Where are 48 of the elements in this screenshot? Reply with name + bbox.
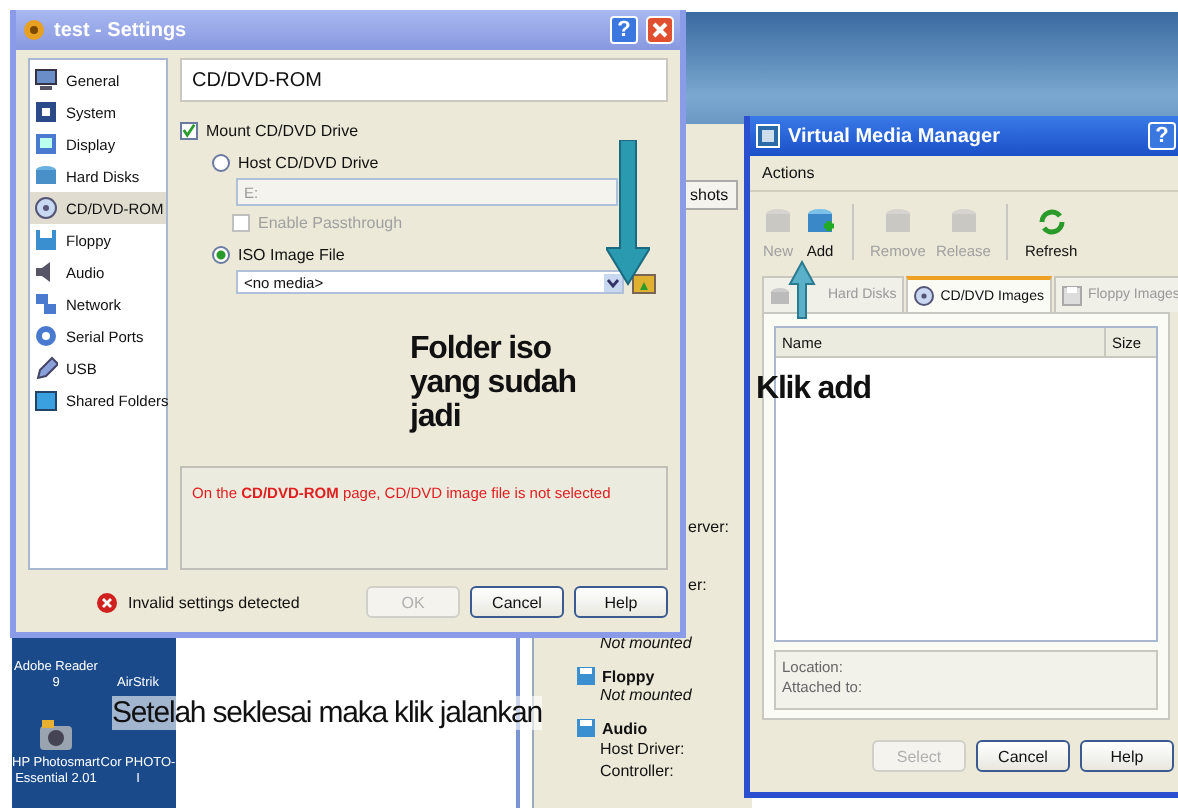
refresh-icon <box>1035 206 1068 239</box>
radio-label: ISO Image File <box>238 245 345 263</box>
section-heading: Floppy <box>602 667 655 685</box>
camera-icon <box>38 720 74 752</box>
annotation-text: Klik add <box>756 372 871 406</box>
status-text: Not mounted <box>598 634 692 654</box>
device-icon <box>576 718 596 738</box>
checkbox-label: Mount CD/DVD Drive <box>206 121 359 139</box>
help-button[interactable]: ? <box>610 16 638 44</box>
field-label: erver: <box>688 518 729 536</box>
checkbox[interactable] <box>180 121 198 139</box>
dialog-button[interactable]: Cancel <box>470 586 564 618</box>
disc-icon <box>914 286 935 307</box>
window-title: Virtual Media Manager <box>788 125 1000 147</box>
window-title: test - Settings <box>54 19 187 41</box>
help-button[interactable]: ? <box>1148 122 1176 150</box>
checkmark-icon <box>182 122 196 138</box>
close-icon[interactable] <box>646 16 674 44</box>
window-icon <box>756 124 780 148</box>
monitor-icon <box>34 68 58 92</box>
annotation-text: Folder iso yang sudah jadi <box>410 332 578 434</box>
status-text: Invalid settings detected <box>128 593 300 611</box>
radio-button[interactable] <box>212 153 230 171</box>
network-icon <box>34 292 58 316</box>
floppy-icon <box>34 228 58 252</box>
field-label: er: <box>688 576 707 594</box>
up-arrow <box>788 260 816 320</box>
annotation-text: Setelah seklesai maka klik jalankan <box>112 696 542 730</box>
tab[interactable]: shots <box>680 180 739 210</box>
dialog-button[interactable]: Help <box>1080 740 1174 772</box>
radio-label: Host CD/DVD Drive <box>238 153 379 171</box>
section-heading: Audio <box>602 719 648 737</box>
field-label: Controller: <box>598 760 676 782</box>
floppy-icon <box>1061 285 1082 306</box>
error-icon <box>96 591 118 613</box>
device-icon <box>576 666 596 686</box>
checkbox-label: Enable Passthrough <box>258 213 403 231</box>
radio-button[interactable] <box>212 245 230 263</box>
dialog-button[interactable]: Cancel <box>976 740 1070 772</box>
status-text: Not mounted <box>598 686 692 706</box>
chevron-icon <box>604 273 622 291</box>
page-title: CD/DVD-ROM <box>180 58 668 102</box>
field-label: Host Driver: <box>598 738 687 760</box>
dialog-button[interactable]: Help <box>574 586 668 618</box>
display-icon <box>34 132 58 156</box>
pen-icon <box>34 356 58 380</box>
menu-item[interactable]: Actions <box>762 164 815 182</box>
disc-icon <box>34 196 58 220</box>
